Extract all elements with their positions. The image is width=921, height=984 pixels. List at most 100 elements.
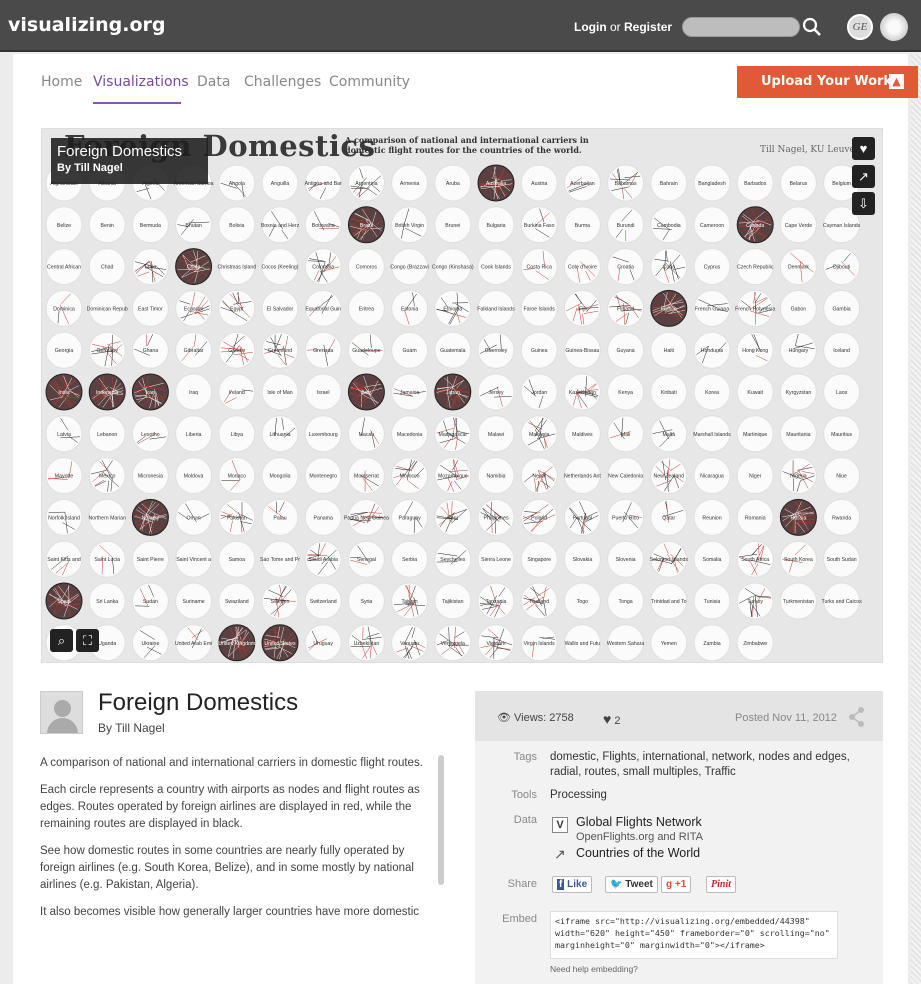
country-cell[interactable]: Mozambique: [434, 457, 472, 495]
country-cell[interactable]: Lebanon: [88, 415, 126, 453]
country-cell[interactable]: Haiti: [650, 331, 688, 369]
country-cell[interactable]: Kyrgyzstan: [779, 373, 817, 411]
country-cell[interactable]: Indonesia: [88, 373, 126, 411]
country-cell[interactable]: Sudan: [131, 582, 169, 620]
country-cell[interactable]: Guyana: [607, 331, 645, 369]
country-cell[interactable]: Brunei: [434, 206, 472, 244]
country-cell[interactable]: Seychelles: [434, 540, 472, 578]
country-cell[interactable]: Portugal: [563, 498, 601, 536]
pinterest-button[interactable]: Pinit: [706, 876, 737, 893]
description-scrollbar[interactable]: [438, 755, 444, 885]
embed-help-link[interactable]: Need help embedding?: [550, 964, 638, 974]
country-cell[interactable]: Hong Kong: [736, 331, 774, 369]
country-cell[interactable]: Uzbekistan: [347, 624, 385, 662]
country-cell[interactable]: Iraq: [175, 373, 213, 411]
tweet-button[interactable]: 🐦 Tweet: [605, 876, 658, 893]
country-cell[interactable]: Hungary: [779, 331, 817, 369]
country-cell[interactable]: Norfolk Island: [45, 498, 83, 536]
country-cell[interactable]: Chad: [88, 248, 126, 286]
country-cell[interactable]: Cyprus: [693, 248, 731, 286]
country-cell[interactable]: Tajikistan: [434, 582, 472, 620]
country-cell[interactable]: Belize: [45, 206, 83, 244]
country-cell[interactable]: Bangladesh: [693, 164, 731, 202]
country-cell[interactable]: China: [175, 248, 213, 286]
country-cell[interactable]: Burma: [563, 206, 601, 244]
country-cell[interactable]: Equatorial Guin: [304, 289, 342, 327]
country-cell[interactable]: Armenia: [391, 164, 429, 202]
country-cell[interactable]: Ecuador: [175, 289, 213, 327]
country-cell[interactable]: Greece: [218, 331, 256, 369]
country-cell[interactable]: Sri Lanka: [88, 582, 126, 620]
country-cell[interactable]: Somalia: [693, 540, 731, 578]
country-cell[interactable]: Burundi: [607, 206, 645, 244]
country-cell[interactable]: Sweden: [261, 582, 299, 620]
country-cell[interactable]: Kuwait: [736, 373, 774, 411]
dataset-link-global-flights[interactable]: Global Flights Network: [576, 815, 702, 829]
country-cell[interactable]: Western Sahara: [607, 624, 645, 662]
country-cell[interactable]: Saudi Arabia: [304, 540, 342, 578]
country-cell[interactable]: South Sudan: [823, 540, 861, 578]
search-input[interactable]: [682, 17, 800, 37]
country-cell[interactable]: Poland: [520, 498, 558, 536]
country-cell[interactable]: Turks and Caicos: [822, 582, 863, 620]
country-cell[interactable]: Switzerland: [304, 582, 342, 620]
country-cell[interactable]: Congo (Kinshasa): [432, 248, 474, 286]
country-cell[interactable]: New Zealand: [650, 457, 688, 495]
partner-logo-icon[interactable]: [880, 13, 908, 41]
country-cell[interactable]: Comoros: [347, 248, 385, 286]
country-cell[interactable]: Brazil: [347, 206, 385, 244]
country-cell[interactable]: Bolivia: [218, 206, 256, 244]
country-cell[interactable]: Saint Vincent a: [175, 540, 213, 578]
country-cell[interactable]: Slovakia: [563, 540, 601, 578]
country-cell[interactable]: Thailand: [520, 582, 558, 620]
country-cell[interactable]: Kiribati: [650, 373, 688, 411]
country-cell[interactable]: Nepal: [520, 457, 558, 495]
country-cell[interactable]: Macau: [347, 415, 385, 453]
country-cell[interactable]: Benin: [88, 206, 126, 244]
country-cell[interactable]: Liberia: [175, 415, 213, 453]
country-cell[interactable]: Zimbabwe: [736, 624, 774, 662]
country-cell[interactable]: Uruguay: [304, 624, 342, 662]
share-network-icon[interactable]: [847, 706, 867, 728]
country-cell[interactable]: Bermuda: [131, 206, 169, 244]
country-cell[interactable]: Norway: [131, 498, 169, 536]
country-cell[interactable]: Malta: [650, 415, 688, 453]
fullscreen-button[interactable]: ⛶: [76, 629, 99, 652]
country-cell[interactable]: Iran: [131, 373, 169, 411]
country-cell[interactable]: United Kingdom: [218, 624, 256, 662]
country-cell[interactable]: Serbia: [391, 540, 429, 578]
country-cell[interactable]: Botswana: [304, 206, 342, 244]
country-cell[interactable]: Djibouti: [823, 248, 861, 286]
country-cell[interactable]: Wallis and Futu: [563, 624, 601, 662]
country-cell[interactable]: Dominica: [45, 289, 83, 327]
country-cell[interactable]: Jersey: [477, 373, 515, 411]
country-cell[interactable]: Turkmenistan: [779, 582, 817, 620]
country-cell[interactable]: Tunisia: [693, 582, 731, 620]
nav-challenges[interactable]: Challenges: [244, 74, 321, 90]
country-cell[interactable]: United Arab Emi: [175, 624, 212, 662]
country-cell[interactable]: Libya: [218, 415, 256, 453]
share-out-button[interactable]: ↗: [852, 165, 875, 188]
country-cell[interactable]: Lesotho: [131, 415, 169, 453]
country-cell[interactable]: Fiji: [563, 289, 601, 327]
country-cell[interactable]: United States: [261, 624, 299, 662]
country-cell[interactable]: Madagascar: [434, 415, 472, 453]
country-cell[interactable]: Oman: [175, 498, 213, 536]
tools-value[interactable]: Processing: [550, 788, 607, 803]
country-cell[interactable]: Philippines: [477, 498, 515, 536]
country-cell[interactable]: Panama: [304, 498, 342, 536]
country-cell[interactable]: Cote d'Ivoire: [563, 248, 601, 286]
ge-logo[interactable]: GE: [847, 14, 873, 40]
country-cell[interactable]: East Timor: [131, 289, 169, 327]
country-cell[interactable]: Antigua and Bar: [305, 164, 342, 202]
country-cell[interactable]: Russia: [779, 498, 817, 536]
country-cell[interactable]: Guinea: [520, 331, 558, 369]
country-cell[interactable]: Israel: [304, 373, 342, 411]
nav-community[interactable]: Community: [329, 74, 410, 90]
country-cell[interactable]: Mayotte: [45, 457, 83, 495]
country-cell[interactable]: Marshall Islands: [693, 415, 731, 453]
country-cell[interactable]: Mauritius: [823, 415, 861, 453]
country-cell[interactable]: Paraguay: [391, 498, 429, 536]
embed-code-field[interactable]: <iframe src="http://visualizing.org/embe…: [550, 911, 838, 959]
country-cell[interactable]: Japan: [434, 373, 472, 411]
